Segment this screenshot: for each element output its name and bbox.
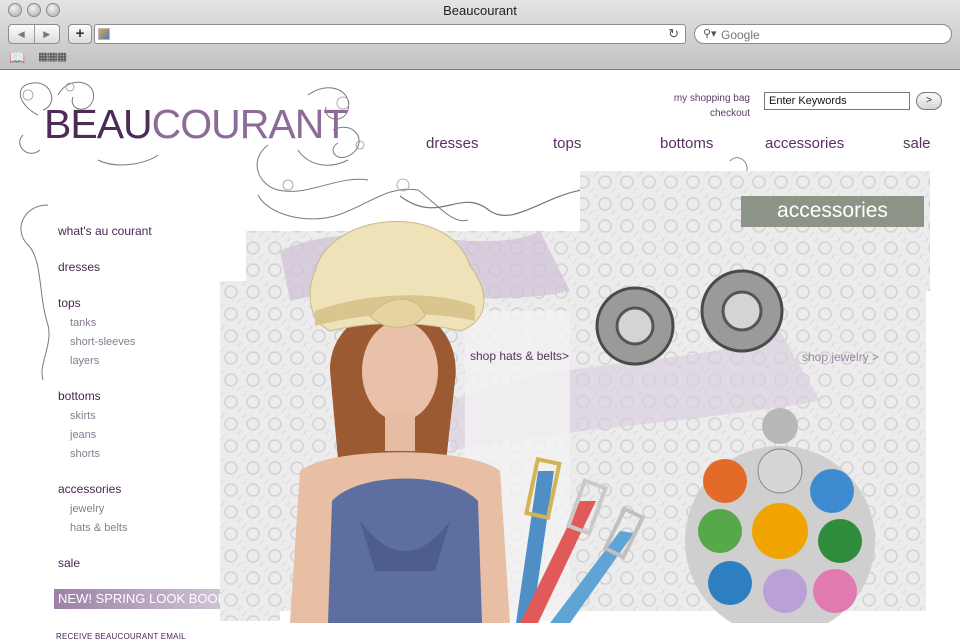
search-go-button[interactable]: >	[916, 92, 942, 110]
back-button[interactable]: ◀	[9, 25, 34, 43]
leftnav-jewelry[interactable]: jewelry	[70, 500, 208, 519]
logo-light-text: COURANT	[151, 101, 349, 147]
shopping-bag-link[interactable]: my shopping bag	[674, 91, 750, 106]
search-icon: ⚲▾	[703, 28, 717, 40]
leftnav-tops[interactable]: tops	[58, 296, 208, 310]
leftnav-bottoms[interactable]: bottoms	[58, 389, 208, 403]
favicon-icon	[98, 28, 110, 40]
spring-look-book-banner[interactable]: NEW! SPRING LOOK BOOK	[54, 589, 234, 609]
leftnav-sale[interactable]: sale	[58, 556, 208, 570]
forward-button[interactable]: ▶	[33, 25, 60, 43]
add-bookmark-button[interactable]: +	[68, 24, 92, 44]
shop-hats-belts-link[interactable]: shop hats & belts>	[470, 349, 569, 363]
browser-search-input[interactable]	[721, 27, 941, 42]
leftnav-short-sleeves[interactable]: short-sleeves	[70, 333, 208, 352]
address-bar[interactable]: ↻	[94, 24, 686, 44]
book-icon[interactable]: 📖	[9, 50, 25, 66]
leftnav-dresses[interactable]: dresses	[58, 260, 208, 274]
nav-bottoms[interactable]: bottoms	[660, 135, 713, 152]
back-forward-control: ◀ ▶	[8, 24, 60, 44]
leftnav-shorts[interactable]: shorts	[70, 445, 208, 464]
logo-bold-text: BEAU	[44, 101, 153, 147]
web-page: BEAUCOURANT my shopping bag checkout > d…	[0, 71, 960, 640]
window-title: Beaucourant	[443, 3, 517, 18]
nav-dresses[interactable]: dresses	[426, 135, 479, 152]
site-logo[interactable]: BEAUCOURANT	[44, 101, 349, 148]
nav-tops[interactable]: tops	[553, 135, 581, 152]
checkout-link[interactable]: checkout	[674, 106, 750, 121]
leftnav-skirts[interactable]: skirts	[70, 407, 208, 426]
leftnav-hats-belts[interactable]: hats & belts	[70, 519, 208, 538]
browser-search-field[interactable]: ⚲▾	[694, 24, 952, 44]
leftnav-whats-au-courant[interactable]: what's au courant	[58, 224, 208, 238]
leftnav-accessories[interactable]: accessories	[58, 482, 208, 496]
left-nav: what's au courant dresses tops tanks sho…	[58, 224, 208, 574]
email-signup-label: RECEIVE BEAUCOURANT EMAIL	[56, 632, 186, 640]
leftnav-tanks[interactable]: tanks	[70, 314, 208, 333]
leftnav-jeans[interactable]: jeans	[70, 426, 208, 445]
account-links: my shopping bag checkout	[674, 91, 750, 121]
accessories-hero-image[interactable]	[220, 171, 946, 623]
grid-icon[interactable]: ▦▦▦	[38, 50, 67, 63]
leftnav-layers[interactable]: layers	[70, 352, 208, 371]
nav-sale[interactable]: sale	[903, 135, 931, 152]
reload-icon[interactable]: ↻	[668, 26, 679, 42]
nav-accessories[interactable]: accessories	[765, 135, 844, 152]
browser-chrome: Beaucourant ◀ ▶ + ↻ ⚲▾ 📖 ▦▦▦	[0, 0, 960, 70]
shop-jewelry-link[interactable]: shop jewelry >	[802, 350, 879, 364]
keyword-search-input[interactable]	[764, 92, 910, 110]
accessories-section-title: accessories	[741, 196, 924, 227]
